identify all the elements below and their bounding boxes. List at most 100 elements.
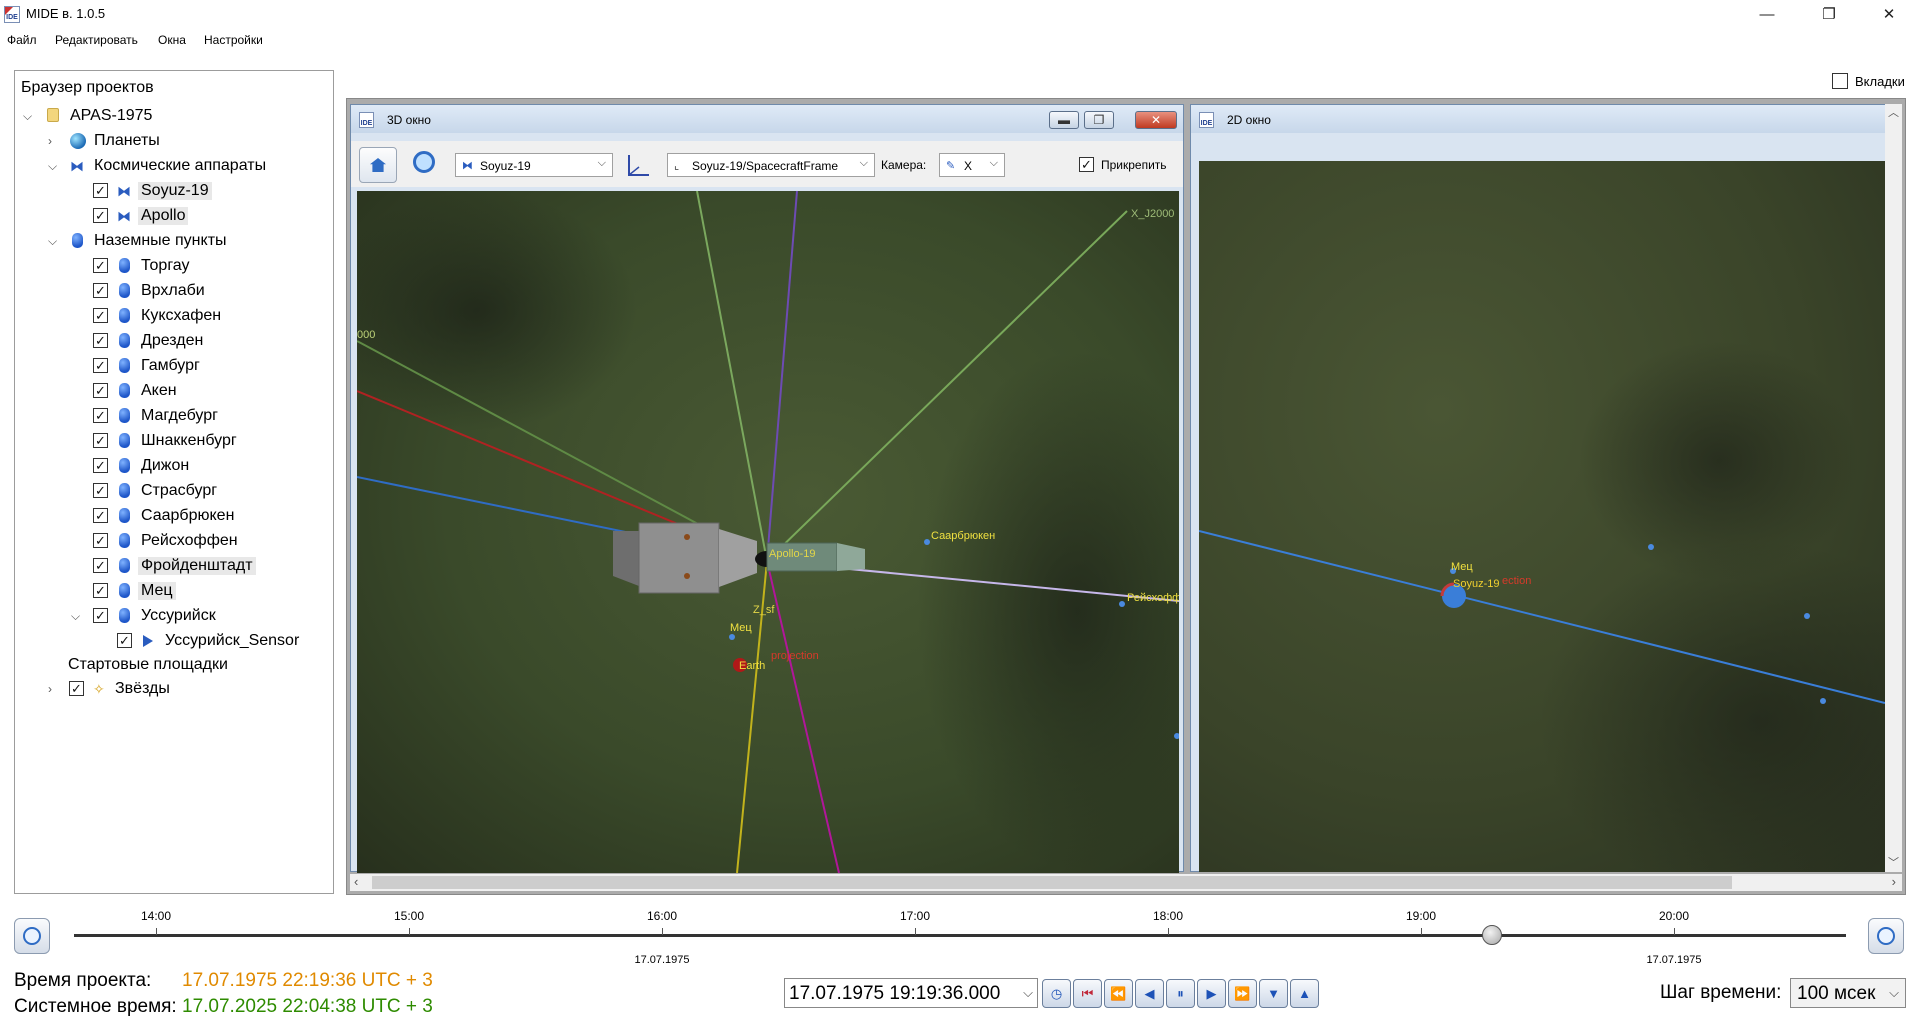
checkbox[interactable]: ✓ (69, 681, 84, 696)
time-step-value: 100 мсек (1797, 983, 1876, 1004)
restore-button[interactable]: ❐ (1084, 111, 1114, 129)
window-3d-titlebar[interactable]: IDE 3D окно ▬ ❐ ✕ (351, 105, 1183, 133)
checkbox[interactable]: ✓ (93, 583, 108, 598)
minimize-button[interactable]: ▬ (1049, 111, 1079, 129)
tree-item-ground[interactable]: ✓ Мец (15, 579, 315, 603)
checkbox[interactable]: ✓ (93, 208, 108, 223)
checkbox[interactable]: ✓ (93, 408, 108, 423)
tree-item-ground[interactable]: ✓ Акен (15, 379, 315, 403)
checkbox[interactable]: ✓ (93, 558, 108, 573)
axes-icon[interactable] (625, 153, 651, 179)
attach-checkbox[interactable]: ✓ (1079, 157, 1094, 172)
tree-item-spacecraft[interactable]: ✓ ⧓ Soyuz-19 (15, 179, 315, 203)
step-back-fast-button[interactable]: ⏪ (1104, 979, 1133, 1008)
scene-label: Earth (739, 660, 765, 672)
current-time-select[interactable]: 17.07.1975 19:19:36.000 ⌵ (784, 978, 1038, 1008)
tabs-checkbox[interactable] (1832, 73, 1848, 89)
timeline-time: 15:00 (393, 909, 425, 923)
tree-item-ground[interactable]: ✓ Страсбург (15, 479, 315, 503)
timeline-left-button[interactable] (14, 918, 50, 954)
frame-select[interactable]: ⌞ Soyuz-19/SpacecraftFrame ⌵ (667, 153, 875, 177)
slow-down-button[interactable]: ▼ (1259, 979, 1288, 1008)
tree-item-ground[interactable]: ✓ Магдебург (15, 404, 315, 428)
tree-item-ground[interactable]: ✓ Шнаккенбург (15, 429, 315, 453)
maximize-button[interactable]: ❐ (1806, 0, 1852, 30)
chevron-down-icon[interactable]: ﹀ (1888, 854, 1899, 870)
tree-item-ground[interactable]: ✓ Рейсхоффен (15, 529, 315, 553)
scroll-thumb[interactable] (372, 876, 1732, 889)
chevron-down-icon[interactable]: ⌵ (48, 159, 60, 173)
menu-windows[interactable]: Окна (158, 33, 186, 47)
play-back-button[interactable]: ◀ (1135, 979, 1164, 1008)
toolbar-3d: ⧓ Soyuz-19 ⌵ ⌞ Soyuz-19/SpacecraftFrame … (351, 141, 1183, 187)
chevron-right-icon[interactable]: › (48, 682, 60, 696)
object-select[interactable]: ⧓ Soyuz-19 ⌵ (455, 153, 613, 177)
tree-item-planets[interactable]: › Планеты (15, 129, 315, 153)
tabs-label: Вкладки (1855, 74, 1905, 89)
checkbox[interactable]: ✓ (93, 608, 108, 623)
scene-label: Apollo-19 (769, 548, 815, 560)
tree-item-ground[interactable]: ✓ Врхлаби (15, 279, 315, 303)
tree-item-ground[interactable]: ✓ Гамбург (15, 354, 315, 378)
tree-item-ground[interactable]: ✓ Торгау (15, 254, 315, 278)
tree-item-ground[interactable]: ⌵ ✓ Уссурийск (15, 604, 315, 628)
menu-edit[interactable]: Редактировать (55, 33, 138, 47)
minimize-button[interactable]: — (1744, 0, 1790, 30)
speed-up-button[interactable]: ▲ (1290, 979, 1319, 1008)
play-button[interactable]: ▶ (1197, 979, 1226, 1008)
tree-item-spacecraft[interactable]: ✓ ⧓ Apollo (15, 204, 315, 228)
checkbox[interactable]: ✓ (93, 183, 108, 198)
checkbox[interactable]: ✓ (93, 458, 108, 473)
tree-item-ground[interactable]: ✓ Дрезден (15, 329, 315, 353)
vertical-scrollbar[interactable]: ︿ ﹀ (1885, 104, 1902, 872)
tree-item-stars[interactable]: › ✓ ✧ Звёзды (15, 677, 315, 701)
tree-label: Дижон (141, 457, 190, 474)
checkbox[interactable]: ✓ (93, 383, 108, 398)
checkbox[interactable]: ✓ (93, 508, 108, 523)
window-2d-titlebar[interactable]: IDE 2D окно (1191, 105, 1901, 133)
checkbox[interactable]: ✓ (93, 258, 108, 273)
chevron-right-icon[interactable]: › (1892, 874, 1896, 889)
chevron-right-icon[interactable]: › (48, 134, 60, 148)
tree-item-ground[interactable]: ✓ Фройденштадт (15, 554, 315, 578)
menu-settings[interactable]: Настройки (204, 33, 263, 47)
tree-item-ground[interactable]: ✓ Саарбрюкен (15, 504, 315, 528)
checkbox[interactable]: ✓ (93, 283, 108, 298)
chevron-down-icon[interactable]: ⌵ (48, 234, 60, 248)
checkbox[interactable]: ✓ (93, 483, 108, 498)
home-button[interactable] (359, 147, 397, 183)
checkbox[interactable]: ✓ (93, 358, 108, 373)
tree-item-spacecraft-group[interactable]: ⌵ ⧓ Космические аппараты (15, 154, 315, 178)
tree-item-ground-group[interactable]: ⌵ Наземные пункты (15, 229, 315, 253)
tree-item-ground[interactable]: ✓ Куксхафен (15, 304, 315, 328)
now-button[interactable]: ◷ (1042, 979, 1071, 1008)
menu-file[interactable]: Файл (7, 33, 37, 47)
timeline[interactable]: 14:00 15:00 16:00 17:00 18:00 19:00 20:0… (74, 904, 1846, 974)
checkbox[interactable]: ✓ (93, 333, 108, 348)
chevron-down-icon[interactable]: ⌵ (23, 109, 35, 123)
close-button[interactable]: ✕ (1866, 0, 1912, 30)
tree-item-sensor[interactable]: ✓ Уссурийск_Sensor (15, 629, 325, 653)
step-forward-button[interactable]: ⏩ (1228, 979, 1257, 1008)
viewport-3d[interactable]: X_J2000 000 Apollo-19 Z_sf Саарбрюкен Ре… (357, 191, 1179, 873)
tree-item-launch-sites[interactable]: Стартовые площадки (15, 653, 315, 677)
checkbox[interactable]: ✓ (117, 633, 132, 648)
viewport-2d[interactable]: Мец Soyuz-19 ection (1199, 161, 1885, 872)
tree-item-project[interactable]: ⌵ APAS-1975 (15, 104, 315, 128)
chevron-left-icon[interactable]: ‹ (354, 874, 358, 889)
camera-select[interactable]: ✎ X ⌵ (939, 153, 1005, 177)
close-button[interactable]: ✕ (1135, 111, 1177, 129)
checkbox[interactable]: ✓ (93, 433, 108, 448)
pause-button[interactable]: ⏸ (1166, 979, 1195, 1008)
chevron-down-icon[interactable]: ⌵ (71, 609, 83, 623)
horizontal-scrollbar[interactable]: ‹ › (350, 874, 1902, 891)
checkbox[interactable]: ✓ (93, 533, 108, 548)
chevron-up-icon[interactable]: ︿ (1888, 104, 1899, 120)
tree-item-ground[interactable]: ✓ Дижон (15, 454, 315, 478)
checkbox[interactable]: ✓ (93, 308, 108, 323)
to-start-button[interactable]: ⏮ (1073, 979, 1102, 1008)
time-step-select[interactable]: 100 мсек ⌵ (1790, 978, 1906, 1008)
timeline-right-button[interactable] (1868, 918, 1904, 954)
timeline-knob[interactable] (1481, 925, 1502, 945)
zoom-button[interactable] (407, 141, 443, 185)
